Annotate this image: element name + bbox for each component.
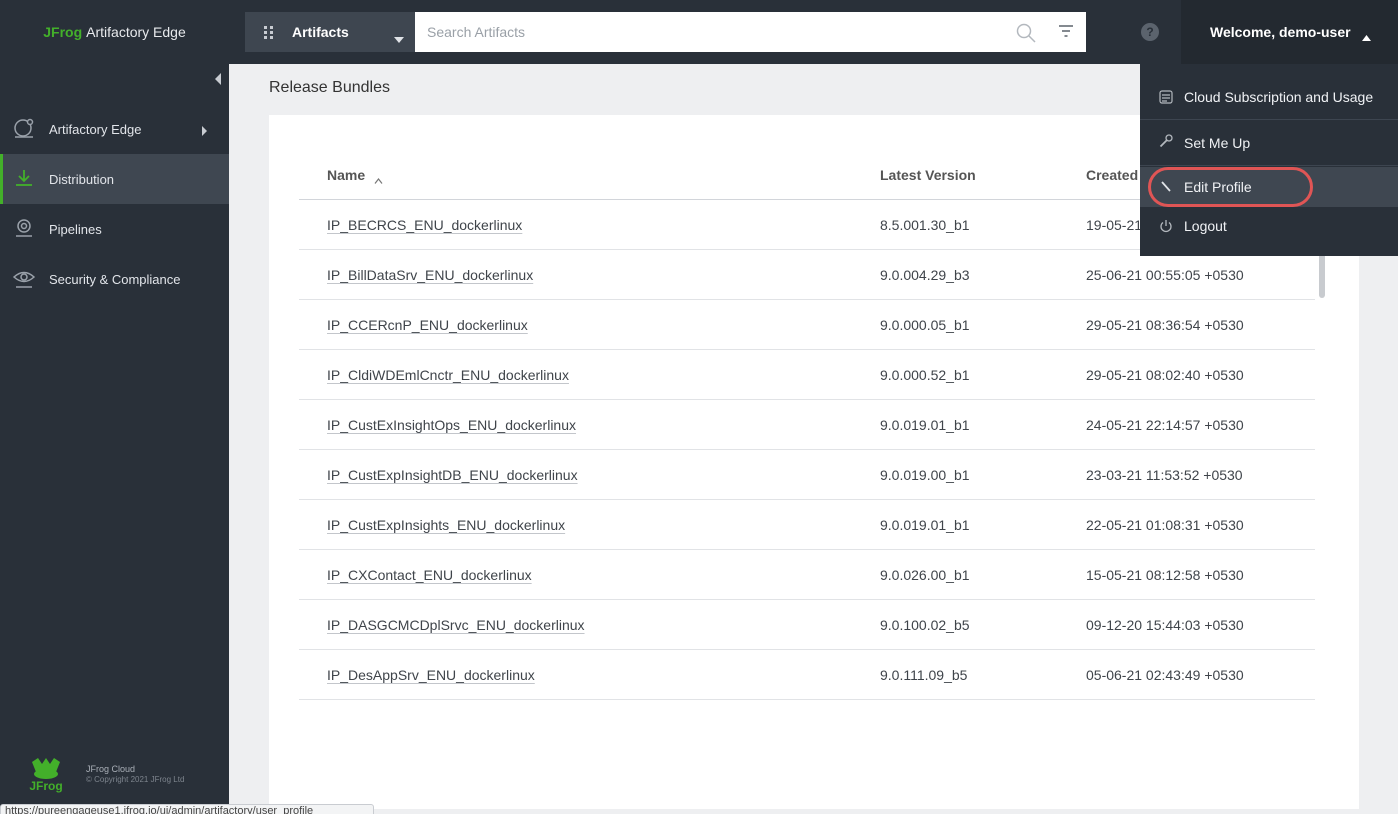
search-icon[interactable]	[1016, 23, 1036, 48]
menu-item-label: Cloud Subscription and Usage	[1184, 88, 1374, 105]
column-header-created[interactable]: Created	[1086, 167, 1138, 183]
menu-item-cloud-subscription[interactable]: Cloud Subscription and Usage	[1140, 74, 1398, 120]
sidebar-item-security-compliance[interactable]: Security & Compliance	[0, 254, 229, 304]
package-type-label: Artifacts	[292, 24, 349, 40]
collapse-sidebar-icon[interactable]	[213, 72, 223, 86]
release-bundle-name-link[interactable]: IP_CldiWDEmlCnctr_ENU_dockerlinux	[327, 367, 569, 383]
table-row[interactable]: IP_CXContact_ENU_dockerlinux 9.0.026.00_b…	[299, 550, 1315, 600]
created-cell: 29-05-21 08:36:54 +0530	[1086, 317, 1244, 333]
brand-product: Artifactory Edge	[86, 24, 186, 40]
latest-version-cell: 8.5.001.30_b1	[880, 217, 970, 233]
pipelines-icon	[13, 217, 35, 239]
latest-version-cell: 9.0.000.05_b1	[880, 317, 970, 333]
package-type-select[interactable]: Artifacts	[245, 12, 415, 52]
sidebar: JFrog Artifactory Edge Artifactory Edge …	[0, 0, 229, 814]
sidebar-item-label: Distribution	[49, 171, 115, 187]
release-bundle-name-link[interactable]: IP_BECRCS_ENU_dockerlinux	[327, 217, 522, 233]
release-bundle-name-link[interactable]: IP_CustExpInsights_ENU_dockerlinux	[327, 517, 565, 533]
subscription-icon	[1159, 90, 1173, 107]
menu-item-edit-profile[interactable]: Edit Profile	[1140, 167, 1398, 207]
filter-icon[interactable]	[1058, 24, 1074, 43]
menu-item-label: Logout	[1184, 218, 1227, 234]
column-header-latest-version[interactable]: Latest Version	[880, 167, 976, 183]
power-icon	[1159, 219, 1173, 236]
menu-item-logout[interactable]: Logout	[1140, 206, 1398, 246]
table-row[interactable]: IP_DesAppSrv_ENU_dockerlinux 9.0.111.09_b…	[299, 650, 1315, 700]
pencil-icon	[1159, 180, 1173, 197]
help-icon[interactable]: ?	[1141, 23, 1159, 41]
table-row[interactable]: IP_CldiWDEmlCnctr_ENU_dockerlinux 9.0.000…	[299, 350, 1315, 400]
menu-item-label: Edit Profile	[1184, 179, 1252, 195]
sidebar-item-label: Artifactory Edge	[49, 121, 142, 137]
download-icon	[13, 167, 35, 189]
table-row[interactable]: IP_CustExpInsightDB_ENU_dockerlinux 9.0.0…	[299, 450, 1315, 500]
menu-item-set-me-up[interactable]: Set Me Up	[1140, 121, 1398, 166]
release-bundle-name-link[interactable]: IP_DASGCMCDplSrvc_ENU_dockerlinux	[327, 617, 585, 633]
release-bundle-name-link[interactable]: IP_DesAppSrv_ENU_dockerlinux	[327, 667, 535, 683]
latest-version-cell: 9.0.004.29_b3	[880, 267, 970, 283]
chevron-down-icon	[394, 30, 404, 48]
created-cell: 25-06-21 00:55:05 +0530	[1086, 267, 1244, 283]
latest-version-cell: 9.0.026.00_b1	[880, 567, 970, 583]
created-cell: 19-05-21	[1086, 217, 1143, 233]
table-row[interactable]: IP_BillDataSrv_ENU_dockerlinux 9.0.004.29…	[299, 250, 1315, 300]
release-bundle-name-link[interactable]: IP_CustExInsightOps_ENU_dockerlinux	[327, 417, 576, 433]
user-menu[interactable]: Welcome, demo-user	[1181, 0, 1398, 64]
chevron-right-icon	[201, 124, 208, 139]
created-cell: 29-05-21 08:02:40 +0530	[1086, 367, 1244, 383]
created-cell: 09-12-20 15:44:03 +0530	[1086, 617, 1244, 633]
menu-item-label: Set Me Up	[1184, 135, 1251, 151]
table-row[interactable]: IP_DASGCMCDplSrvc_ENU_dockerlinux 9.0.100…	[299, 600, 1315, 650]
top-bar: Artifacts ? Welcome, demo-user	[229, 0, 1398, 64]
release-bundle-name-link[interactable]: IP_CustExpInsightDB_ENU_dockerlinux	[327, 467, 578, 483]
sidebar-item-pipelines[interactable]: Pipelines	[0, 204, 229, 254]
sidebar-item-label: Pipelines	[49, 221, 102, 237]
welcome-label: Welcome, demo-user	[1210, 24, 1351, 40]
user-dropdown-menu: Cloud Subscription and Usage Set Me Up E…	[1140, 64, 1398, 256]
svg-text:JFrog: JFrog	[29, 779, 62, 793]
latest-version-cell: 9.0.019.00_b1	[880, 467, 970, 483]
footer-copyright: © Copyright 2021 JFrog Ltd	[86, 775, 185, 784]
sidebar-item-distribution[interactable]: Distribution	[0, 154, 229, 204]
column-header-name[interactable]: Name	[327, 167, 365, 183]
created-cell: 22-05-21 01:08:31 +0530	[1086, 517, 1244, 533]
sort-ascending-icon[interactable]	[374, 171, 383, 187]
page-title: Release Bundles	[269, 79, 390, 96]
latest-version-cell: 9.0.000.52_b1	[880, 367, 970, 383]
table-scrollbar[interactable]	[1319, 250, 1325, 298]
status-bar-url: https://pureengageuse1.jfrog.io/ui/admin…	[0, 804, 374, 814]
search-input[interactable]	[415, 12, 1005, 52]
latest-version-cell: 9.0.019.01_b1	[880, 517, 970, 533]
wrench-icon	[1159, 134, 1173, 151]
latest-version-cell: 9.0.100.02_b5	[880, 617, 970, 633]
search-bar	[415, 12, 1086, 52]
eye-icon	[12, 267, 36, 289]
created-cell: 24-05-21 22:14:57 +0530	[1086, 417, 1244, 433]
table-row[interactable]: IP_CCERcnP_ENU_dockerlinux 9.0.000.05_b1 2…	[299, 300, 1315, 350]
grid-icon	[263, 25, 275, 44]
created-cell: 23-03-21 11:53:52 +0530	[1086, 467, 1243, 483]
release-bundle-name-link[interactable]: IP_BillDataSrv_ENU_dockerlinux	[327, 267, 533, 283]
jfrog-logo-icon: JFrog	[26, 754, 66, 794]
created-cell: 15-05-21 08:12:58 +0530	[1086, 567, 1244, 583]
sidebar-item-artifactory-edge[interactable]: Artifactory Edge	[0, 104, 229, 154]
brand-logo[interactable]: JFrog Artifactory Edge	[0, 0, 229, 64]
release-bundle-name-link[interactable]: IP_CCERcnP_ENU_dockerlinux	[327, 317, 528, 333]
footer-product: JFrog Cloud	[86, 764, 136, 774]
table-row[interactable]: IP_CustExpInsights_ENU_dockerlinux 9.0.01…	[299, 500, 1315, 550]
sidebar-item-label: Security & Compliance	[49, 271, 181, 287]
release-bundle-name-link[interactable]: IP_CXContact_ENU_dockerlinux	[327, 567, 532, 583]
sidebar-footer: JFrog JFrog Cloud © Copyright 2021 JFrog…	[26, 754, 216, 794]
table-row[interactable]: IP_CustExInsightOps_ENU_dockerlinux 9.0.0…	[299, 400, 1315, 450]
brand-jfrog: JFrog	[43, 24, 83, 40]
artifactory-icon	[13, 117, 35, 139]
chevron-up-icon	[1362, 28, 1371, 46]
created-cell: 05-06-21 02:43:49 +0530	[1086, 667, 1244, 683]
latest-version-cell: 9.0.111.09_b5	[880, 667, 968, 683]
latest-version-cell: 9.0.019.01_b1	[880, 417, 970, 433]
